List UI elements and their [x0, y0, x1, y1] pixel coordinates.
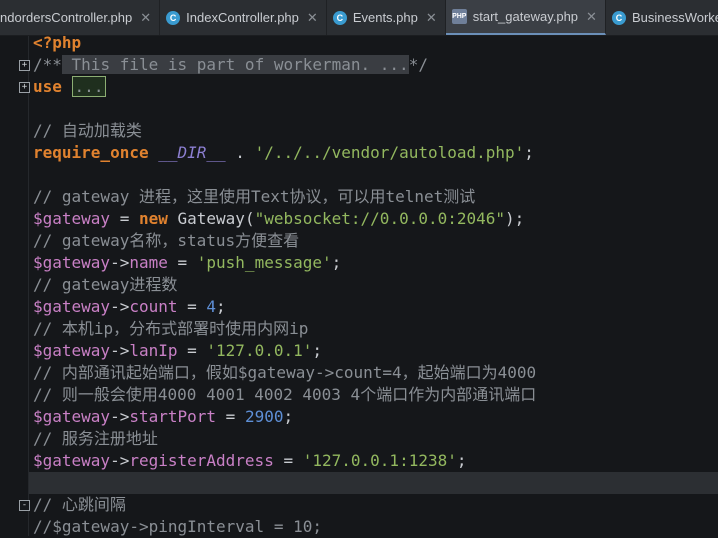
fold-expand-icon[interactable]: + — [19, 82, 30, 93]
tab-label: BusinessWorker. — [632, 10, 718, 25]
code-line-3: +use ... — [29, 76, 718, 98]
code-line-2: +/** This file is part of workerman. ...… — [29, 54, 718, 76]
code-line-8: // gateway 进程，这里使用Text协议，可以用telnet测试 — [29, 186, 718, 208]
code-line-13: $gateway->count = 4; — [29, 296, 718, 318]
current-line-highlight — [29, 472, 718, 494]
code-editor[interactable]: <?php +/** This file is part of workerma… — [29, 36, 718, 536]
code-line-16: // 内部通讯起始端口，假如$gateway->count=4，起始端口为400… — [29, 362, 718, 384]
tab-businessworker[interactable]: C BusinessWorker. — [606, 0, 718, 35]
code-line-6: require_once __DIR__ . '/../../vendor/au… — [29, 142, 718, 164]
code-line-23: //$gateway->pingInterval = 10; — [29, 516, 718, 538]
code-line-9: $gateway = new Gateway("websocket://0.0.… — [29, 208, 718, 230]
code-line-22: -// 心跳间隔 — [29, 494, 718, 516]
code-line-12: // gateway进程数 — [29, 274, 718, 296]
editor-gutter — [0, 36, 29, 536]
code-line-11: $gateway->name = 'push_message'; — [29, 252, 718, 274]
code-line-18: $gateway->startPort = 2900; — [29, 406, 718, 428]
code-line-14: // 本机ip，分布式部署时使用内网ip — [29, 318, 718, 340]
code-line-10: // gateway名称，status方便查看 — [29, 230, 718, 252]
tab-label: IndexController.php — [186, 10, 299, 25]
editor-tab-bar: ndordersController.php ✕ C IndexControll… — [0, 0, 718, 36]
close-icon[interactable]: ✕ — [586, 9, 597, 25]
folded-code-placeholder[interactable]: ... — [72, 76, 107, 97]
tab-ndorderscontroller[interactable]: ndordersController.php ✕ — [0, 0, 160, 35]
tab-start-gateway[interactable]: PHP start_gateway.php ✕ — [446, 0, 606, 35]
tab-label: start_gateway.php — [473, 9, 578, 24]
code-line-19: // 服务注册地址 — [29, 428, 718, 450]
close-icon[interactable]: ✕ — [307, 10, 318, 26]
php-file-icon: PHP — [452, 9, 467, 24]
code-line-20: $gateway->registerAddress = '127.0.0.1:1… — [29, 450, 718, 472]
tab-label: Events.php — [353, 10, 418, 25]
fold-expand-icon[interactable]: + — [19, 60, 30, 71]
php-class-icon: C — [333, 11, 347, 25]
code-line-17: // 则一般会使用4000 4001 4002 4003 4个端口作为内部通讯端… — [29, 384, 718, 406]
code-line-15: $gateway->lanIp = '127.0.0.1'; — [29, 340, 718, 362]
fold-collapse-icon[interactable]: - — [19, 500, 30, 511]
php-class-icon: C — [612, 11, 626, 25]
tab-events[interactable]: C Events.php ✕ — [327, 0, 446, 35]
code-line-1: <?php — [29, 32, 718, 54]
close-icon[interactable]: ✕ — [140, 10, 151, 26]
close-icon[interactable]: ✕ — [426, 10, 437, 26]
tab-indexcontroller[interactable]: C IndexController.php ✕ — [160, 0, 327, 35]
code-line-5: // 自动加载类 — [29, 120, 718, 142]
php-class-icon: C — [166, 11, 180, 25]
tab-label: ndordersController.php — [0, 10, 132, 25]
